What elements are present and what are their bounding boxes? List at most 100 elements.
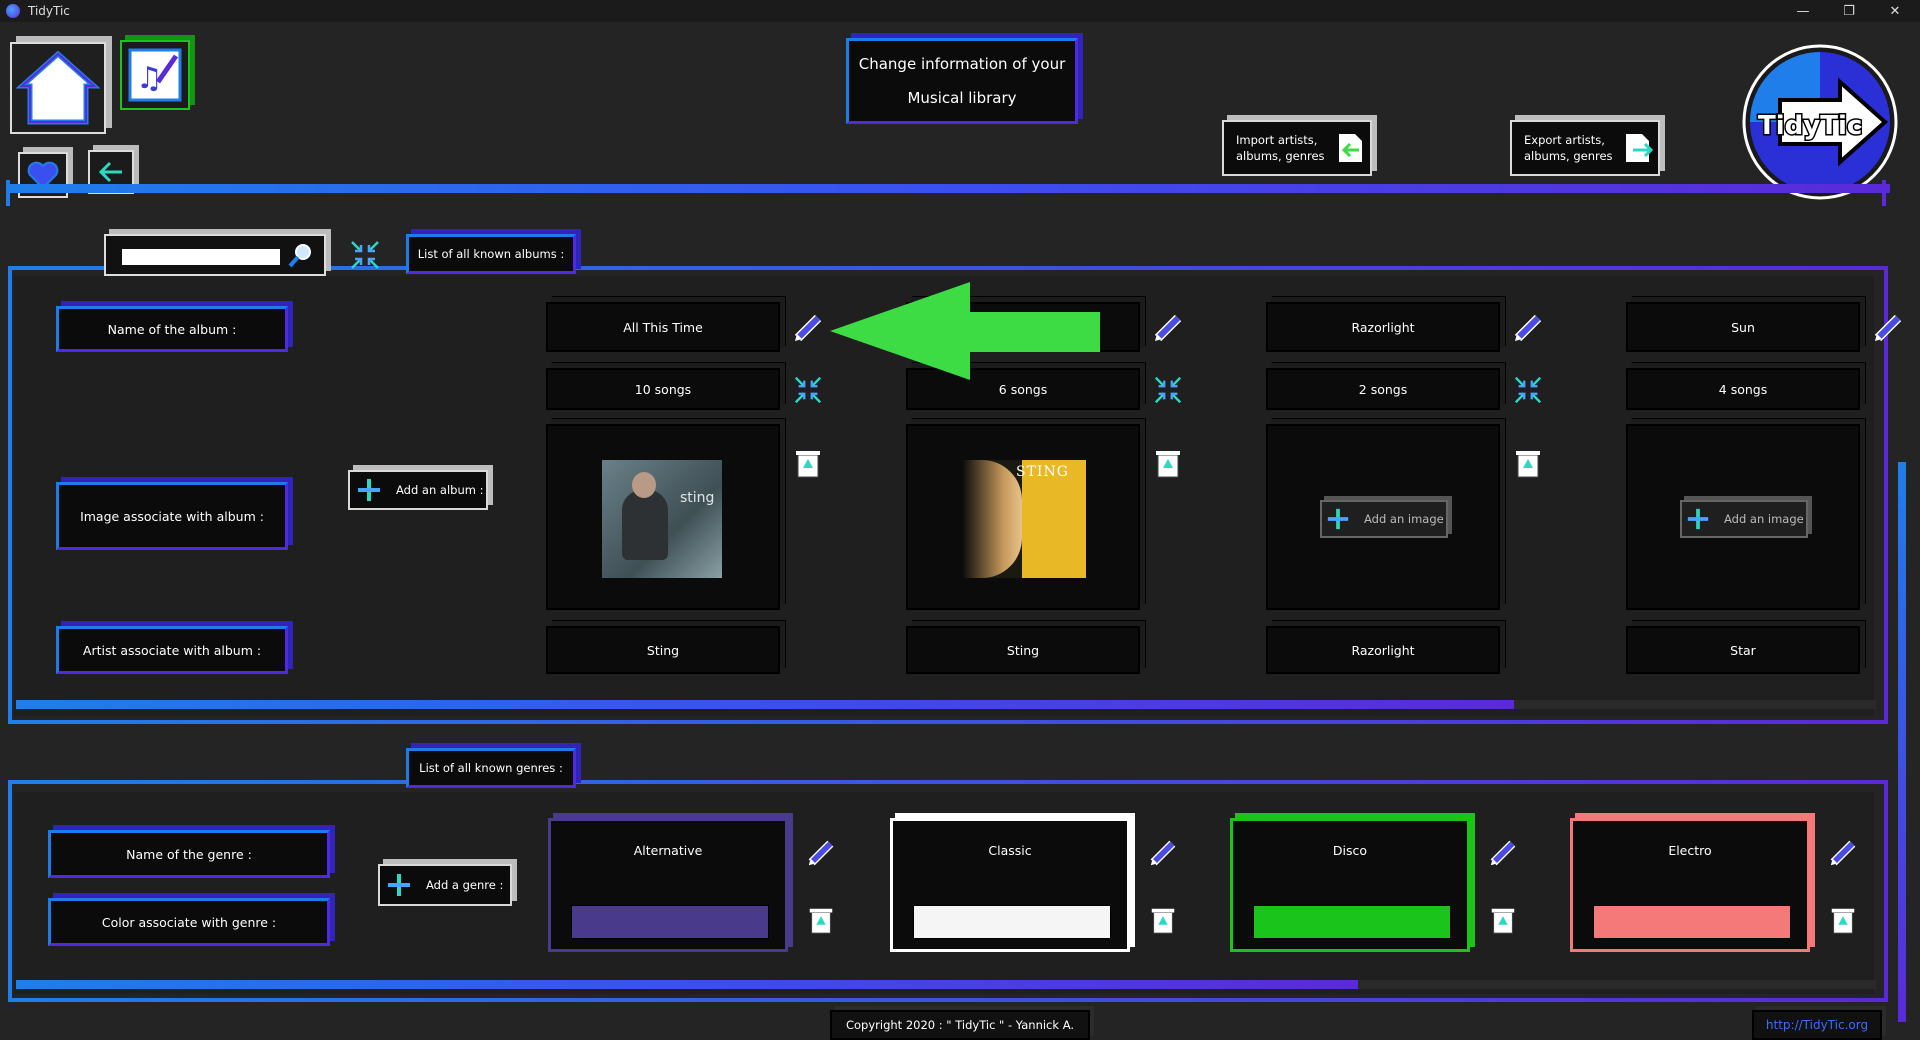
import-icon xyxy=(1338,134,1362,162)
edit-pencil-icon[interactable] xyxy=(1148,838,1178,868)
add-album-button[interactable]: Add an album : xyxy=(348,470,488,510)
window-title: TidyTic xyxy=(28,4,70,18)
genre-color-swatch[interactable] xyxy=(571,905,769,939)
collapse-icon[interactable] xyxy=(348,238,382,272)
edit-pencil-icon[interactable] xyxy=(1828,838,1858,868)
genre-color-swatch[interactable] xyxy=(1593,905,1791,939)
genre-name: Electro xyxy=(1668,843,1712,858)
edit-pencil-icon[interactable] xyxy=(1512,312,1544,344)
genre-name: Classic xyxy=(988,843,1032,858)
album-image-box[interactable]: sting xyxy=(546,424,780,610)
edit-pencil-icon[interactable] xyxy=(1488,838,1518,868)
add-image-button[interactable]: Add an image xyxy=(1680,500,1808,538)
genre-name: Alternative xyxy=(633,843,703,858)
album-image-box[interactable]: Add an image xyxy=(1266,424,1500,610)
edit-pencil-icon[interactable] xyxy=(792,312,824,344)
delete-trash-icon[interactable] xyxy=(1512,446,1544,480)
genre-color-swatch[interactable] xyxy=(1253,905,1451,939)
albums-scroll-thumb[interactable] xyxy=(16,700,1514,709)
genre-name: Disco xyxy=(1332,843,1368,858)
album-name-row-label-text: Name of the album : xyxy=(107,321,237,337)
plus-icon xyxy=(1687,508,1709,530)
import-label-1: Import artists, xyxy=(1236,133,1318,147)
edit-pencil-icon[interactable] xyxy=(806,838,836,868)
copyright-text: Copyright 2020 : " TidyTic " - Yannick A… xyxy=(845,1018,1075,1032)
album-songs-count: 10 songs xyxy=(634,381,692,397)
export-icon xyxy=(1625,134,1653,162)
delete-trash-icon[interactable] xyxy=(792,446,824,480)
album-name: All This Time xyxy=(623,319,703,335)
page-title-line1: Change information of your xyxy=(858,55,1066,73)
import-button[interactable]: Import artists, albums, genres xyxy=(1222,120,1372,176)
genres-tab[interactable]: List of all known genres : xyxy=(406,748,576,788)
genres-scroll-thumb[interactable] xyxy=(16,980,1358,989)
album-artist: Star xyxy=(1730,642,1756,658)
album-artist: Razorlight xyxy=(1351,642,1415,658)
album-cover-image: sting xyxy=(602,460,722,578)
expand-icon[interactable] xyxy=(792,374,824,406)
album-cover-image: STING xyxy=(962,460,1086,578)
album-cover-text: STING xyxy=(1016,464,1069,480)
delete-trash-icon[interactable] xyxy=(806,904,836,936)
page-scroll-thumb[interactable] xyxy=(1898,462,1906,1022)
album-artist-row-label: Artist associate with album : xyxy=(56,626,288,674)
green-arrow-annotation xyxy=(830,282,1100,380)
add-image-label: Add an image xyxy=(1364,512,1444,526)
close-button[interactable]: ✕ xyxy=(1872,0,1918,22)
genre-card[interactable]: Classic xyxy=(890,818,1130,952)
genre-card[interactable]: Electro xyxy=(1570,818,1810,952)
genre-card[interactable]: Disco xyxy=(1230,818,1470,952)
plus-icon xyxy=(388,874,410,896)
genre-name-row-label: Name of the genre : xyxy=(48,830,330,878)
album-songs-box: 4 songs xyxy=(1626,368,1860,410)
add-album-label: Add an album : xyxy=(396,483,484,497)
edit-pencil-icon[interactable] xyxy=(1872,312,1904,344)
add-image-button[interactable]: Add an image xyxy=(1320,500,1448,538)
delete-trash-icon[interactable] xyxy=(1148,904,1178,936)
header-divider xyxy=(10,184,1890,193)
genre-name-row-label-text: Name of the genre : xyxy=(126,846,252,862)
header-divider-left xyxy=(6,180,10,206)
delete-trash-icon[interactable] xyxy=(1488,904,1518,936)
edit-pencil-icon[interactable] xyxy=(1152,312,1184,344)
delete-trash-icon[interactable] xyxy=(1828,904,1858,936)
album-artist-box[interactable]: Sting xyxy=(906,626,1140,674)
album-image-box[interactable]: STING xyxy=(906,424,1140,610)
svg-text:TidyTic: TidyTic xyxy=(1758,111,1862,141)
genre-color-row-label: Color associate with genre : xyxy=(48,898,330,946)
music-edit-button[interactable]: ♫ xyxy=(120,40,190,110)
album-image-box[interactable]: Add an image xyxy=(1626,424,1860,610)
minimize-button[interactable]: — xyxy=(1780,0,1826,22)
copyright-box: Copyright 2020 : " TidyTic " - Yannick A… xyxy=(830,1010,1090,1040)
restore-button[interactable]: ❐ xyxy=(1826,0,1872,22)
import-label-2: albums, genres xyxy=(1236,149,1325,163)
genre-color-row-label-text: Color associate with genre : xyxy=(101,914,277,930)
search-icon[interactable] xyxy=(286,240,316,270)
album-artist-box[interactable]: Star xyxy=(1626,626,1860,674)
expand-icon[interactable] xyxy=(1152,374,1184,406)
genre-card[interactable]: Alternative xyxy=(548,818,788,952)
album-artist-row-label-text: Artist associate with album : xyxy=(82,642,262,658)
album-artist-box[interactable]: Sting xyxy=(546,626,780,674)
album-name-box[interactable]: Sun xyxy=(1626,302,1860,352)
home-button[interactable] xyxy=(10,42,106,134)
album-name-box[interactable]: All This Time xyxy=(546,302,780,352)
website-link-box[interactable]: http://TidyTic.org xyxy=(1752,1010,1882,1040)
export-button[interactable]: Export artists, albums, genres xyxy=(1510,120,1660,176)
expand-icon[interactable] xyxy=(1512,374,1544,406)
album-artist: Sting xyxy=(646,642,680,658)
album-image-row-label-text: Image associate with album : xyxy=(80,508,264,524)
album-name-box[interactable]: Razorlight xyxy=(1266,302,1500,352)
website-link[interactable]: http://TidyTic.org xyxy=(1766,1018,1868,1032)
genre-color-swatch[interactable] xyxy=(913,905,1111,939)
export-label-1: Export artists, xyxy=(1524,133,1605,147)
albums-tab[interactable]: List of all known albums : xyxy=(406,234,576,274)
album-search-input[interactable] xyxy=(122,249,280,265)
tidytic-logo: TidyTic xyxy=(1740,42,1900,202)
album-cover-text: sting xyxy=(680,490,715,506)
delete-trash-icon[interactable] xyxy=(1152,446,1184,480)
album-artist-box[interactable]: Razorlight xyxy=(1266,626,1500,674)
window-titlebar: TidyTic — ❐ ✕ xyxy=(0,0,1920,22)
album-search-box xyxy=(104,234,326,276)
add-genre-button[interactable]: Add a genre : xyxy=(378,864,512,906)
